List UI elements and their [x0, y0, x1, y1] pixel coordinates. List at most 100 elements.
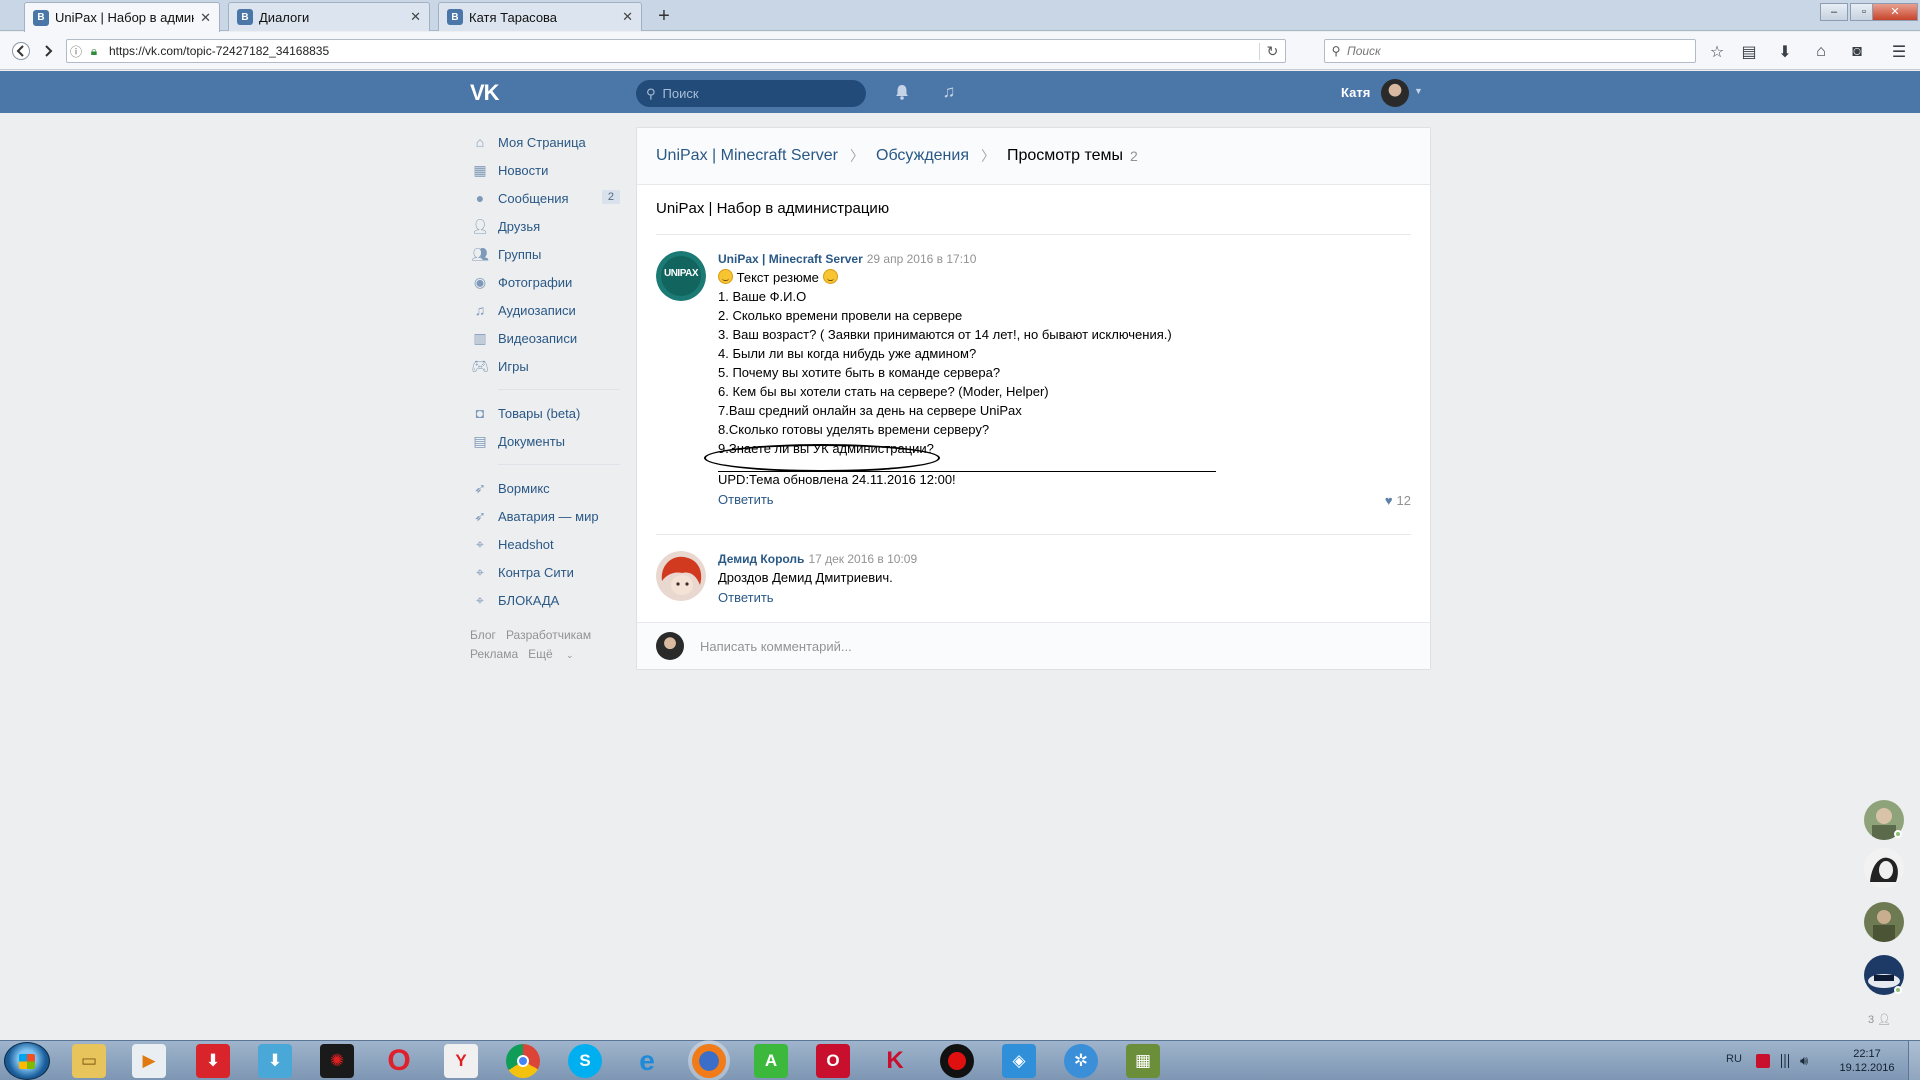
nav-app-headshot[interactable]: ⌖ Headshot — [470, 530, 620, 558]
bell-icon[interactable] — [893, 83, 911, 101]
post-date[interactable]: 17 дек 2016 в 10:09 — [808, 552, 917, 566]
nav-market[interactable]: ◘ Товары (beta) — [470, 399, 620, 427]
show-desktop-button[interactable] — [1908, 1041, 1920, 1080]
k-app-icon[interactable]: K — [878, 1044, 912, 1078]
chrome-icon[interactable] — [506, 1044, 540, 1078]
footer-more-link[interactable]: Ещё ⌄ — [528, 647, 583, 661]
nav-documents[interactable]: ▤ Документы — [470, 427, 620, 455]
network-signal-icon[interactable] — [1778, 1054, 1792, 1068]
fox-app-icon[interactable]: ◈ — [1002, 1044, 1036, 1078]
nav-games[interactable]: 🎮︎ Игры — [470, 352, 620, 380]
gear-app-icon[interactable]: ✺ — [320, 1044, 354, 1078]
post-item: Демид Король 17 дек 2016 в 10:09 Дроздов … — [656, 551, 1411, 611]
yandex-browser-icon[interactable]: Y — [444, 1044, 478, 1078]
reading-list-icon[interactable]: ▤ — [1738, 41, 1760, 63]
messages-count-badge: 2 — [601, 190, 620, 204]
chevron-down-icon[interactable]: ▼ — [1414, 86, 1423, 96]
close-tab-icon[interactable]: ✕ — [622, 9, 633, 25]
footer-ads-link[interactable]: Реклама — [470, 647, 518, 661]
friend-avatar[interactable] — [1864, 902, 1904, 942]
vk-logo[interactable]: VK — [470, 80, 502, 105]
tray-opera-icon[interactable] — [1756, 1054, 1770, 1068]
avatar[interactable] — [656, 551, 706, 601]
music-note-icon[interactable]: ♫ — [940, 82, 958, 102]
like-button[interactable]: ♥ 12 — [1385, 493, 1411, 508]
avatar[interactable] — [1381, 79, 1409, 107]
breadcrumb-current: Просмотр темы — [1006, 147, 1124, 164]
opera-icon[interactable]: O — [382, 1044, 416, 1078]
nav-news[interactable]: ▦ Новости — [470, 156, 620, 184]
post-author-link[interactable]: Демид Король — [718, 552, 804, 566]
tab-unipax[interactable]: B UniPax | Набор в админис... ✕ — [24, 2, 220, 32]
clock[interactable]: 22:17 19.12.2016 — [1830, 1047, 1904, 1075]
speaker-icon[interactable]: 🔊︎ — [1800, 1054, 1814, 1068]
user-name[interactable]: Катя — [1341, 85, 1370, 100]
network-app-icon[interactable]: ✲ — [1064, 1044, 1098, 1078]
browser-search-input[interactable]: ⚲ Поиск — [1324, 39, 1696, 63]
torrent-icon[interactable]: ⬇ — [258, 1044, 292, 1078]
a-app-icon[interactable]: A — [754, 1044, 788, 1078]
topic-panel: UniPax | Minecraft Server 〉 Обсуждения 〉… — [636, 127, 1431, 670]
comment-input[interactable]: Написать комментарий... — [700, 639, 852, 654]
nav-audio[interactable]: ♫ Аудиозаписи — [470, 296, 620, 324]
address-bar[interactable]: ⓘ 🔒︎ https://vk.com/topic-72427182_34168… — [66, 39, 1286, 63]
breadcrumb-discussions-link[interactable]: Обсуждения — [876, 147, 969, 165]
menu-hamburger-icon[interactable]: ☰ — [1888, 41, 1910, 63]
nav-app-avataria[interactable]: ➶ Аватария — мир — [470, 502, 620, 530]
friends-count[interactable]: 3 👤︎ — [1868, 1013, 1891, 1026]
pocket-icon[interactable]: ◙ — [1846, 41, 1868, 63]
forward-arrow-icon[interactable] — [36, 38, 62, 64]
avatar[interactable]: UNIPAX — [656, 251, 706, 301]
nav-friends[interactable]: 👤︎ Друзья — [470, 212, 620, 240]
friend-avatar[interactable] — [1864, 848, 1904, 888]
reply-button[interactable]: Ответить — [718, 492, 774, 507]
opera-red-icon[interactable]: O — [816, 1044, 850, 1078]
explorer-folder-icon[interactable]: ▭ — [72, 1044, 106, 1078]
tab-dialogs[interactable]: B Диалоги ✕ — [228, 2, 430, 31]
nav-video[interactable]: ▥ Видеозаписи — [470, 324, 620, 352]
back-arrow-icon[interactable] — [8, 38, 34, 64]
post-footer: Ответить — [718, 590, 1411, 605]
vk-search-input[interactable]: ⚲ Поиск — [636, 80, 866, 107]
info-icon[interactable]: ⓘ — [67, 43, 85, 60]
breadcrumb: UniPax | Minecraft Server 〉 Обсуждения 〉… — [637, 128, 1430, 185]
close-tab-icon[interactable]: ✕ — [200, 10, 211, 26]
download-icon[interactable]: ⬇ — [1774, 41, 1796, 63]
reload-icon[interactable]: ↻ — [1259, 42, 1285, 60]
new-tab-button[interactable]: + — [652, 4, 676, 28]
window-close-button[interactable]: ✕ — [1872, 3, 1918, 21]
url-text[interactable]: https://vk.com/topic-72427182_34168835 — [109, 44, 1259, 58]
record-icon[interactable] — [940, 1044, 974, 1078]
news-icon: ▦ — [473, 161, 487, 178]
language-indicator[interactable]: RU — [1726, 1053, 1742, 1065]
nav-app-wormix[interactable]: ➶ Вормикс — [470, 474, 620, 502]
post-author-link[interactable]: UniPax | Minecraft Server — [718, 252, 863, 266]
media-player-icon[interactable]: ▶ — [132, 1044, 166, 1078]
reply-button[interactable]: Ответить — [718, 590, 774, 605]
footer-dev-link[interactable]: Разработчикам — [506, 628, 591, 642]
bookmark-star-icon[interactable]: ☆ — [1706, 41, 1728, 63]
firefox-icon[interactable] — [692, 1044, 726, 1078]
internet-explorer-icon[interactable]: e — [630, 1044, 664, 1078]
nav-groups[interactable]: 👥︎ Группы — [470, 240, 620, 268]
post-date[interactable]: 29 апр 2016 в 17:10 — [867, 252, 977, 266]
nav-photos[interactable]: ◉ Фотографии — [470, 268, 620, 296]
breadcrumb-group-link[interactable]: UniPax | Minecraft Server — [656, 147, 838, 165]
nav-messages[interactable]: ● Сообщения 2 — [470, 184, 620, 212]
minimize-button[interactable]: – — [1820, 3, 1848, 21]
start-button[interactable] — [4, 1042, 50, 1080]
home-icon[interactable]: ⌂ — [1810, 41, 1832, 63]
nav-app-blokada[interactable]: ⌖ БЛОКАДА — [470, 586, 620, 614]
nav-my-page[interactable]: ⌂ Моя Страница — [470, 128, 620, 156]
close-tab-icon[interactable]: ✕ — [410, 9, 421, 25]
skype-icon[interactable]: S — [568, 1044, 602, 1078]
nav-app-kontra-city[interactable]: ⌖ Контра Сити — [470, 558, 620, 586]
download-manager-icon[interactable]: ⬇ — [196, 1044, 230, 1078]
minecraft-icon[interactable]: ▦ — [1126, 1044, 1160, 1078]
tab-katya[interactable]: B Катя Тарасова ✕ — [438, 2, 642, 31]
target-icon: ⌖ — [476, 535, 484, 552]
nav-divider — [498, 389, 620, 390]
footer-blog-link[interactable]: Блог — [470, 628, 496, 642]
vk-header: VK ⚲ Поиск ♫ Катя ▼ — [0, 71, 1920, 113]
lock-icon: 🔒︎ — [90, 43, 98, 58]
